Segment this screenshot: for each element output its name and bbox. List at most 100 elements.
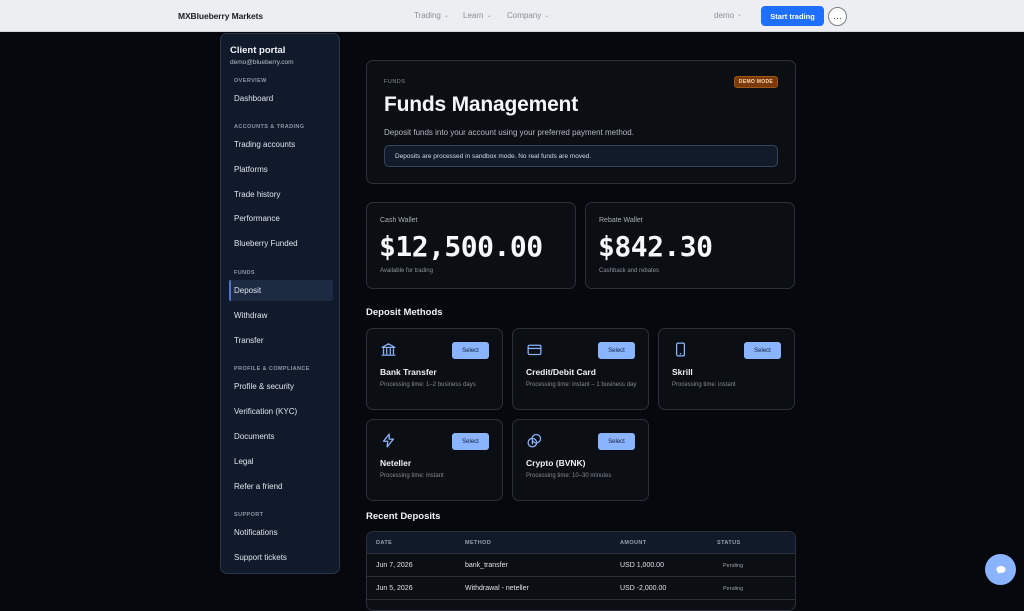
nav-learn[interactable]: Learn ⌄ [463, 11, 492, 20]
sidebar-item-refer[interactable]: Refer a friend [234, 482, 282, 491]
sidebar-item-support-tickets[interactable]: Support tickets [234, 553, 287, 562]
sidebar-item-platforms[interactable]: Platforms [234, 165, 268, 174]
nav-trading-label: Trading [414, 11, 441, 20]
cell-method: Withdrawal - neteller [465, 585, 529, 592]
sidebar-section-funds: FUNDS [234, 270, 255, 276]
sidebar-item-kyc[interactable]: Verification (KYC) [234, 407, 297, 416]
chat-bubble-icon [996, 565, 1005, 574]
sidebar-item-notifications[interactable]: Notifications [234, 528, 278, 537]
coins-icon [527, 433, 542, 448]
rebate-wallet-subtitle: Cashback and rebates [599, 268, 660, 274]
chevron-down-icon: ⌄ [544, 13, 550, 19]
chevron-down-icon: ⌄ [737, 12, 743, 18]
cash-wallet-subtitle: Available for trading [380, 268, 433, 274]
cell-method: bank_transfer [465, 562, 508, 569]
sidebar-item-deposit[interactable]: Deposit [234, 286, 261, 295]
method-name: Credit/Debit Card [526, 367, 596, 377]
brand-logo[interactable]: MXBlueberry Markets [178, 11, 263, 21]
more-options-button[interactable]: … [828, 7, 847, 26]
mobile-phone-icon [675, 342, 686, 357]
page-description: Deposit funds into your account using yo… [384, 128, 634, 137]
cell-amount: USD -2,000.00 [620, 585, 667, 592]
table-header: DATE METHOD AMOUNT STATUS [367, 532, 795, 554]
chat-button[interactable] [985, 554, 1016, 585]
sidebar-item-legal[interactable]: Legal [234, 457, 254, 466]
method-name: Neteller [380, 458, 412, 468]
table-row[interactable]: Jun 7, 2026 bank_transfer USD 1,000.00 P… [367, 554, 795, 577]
cell-amount: USD 1,000.00 [620, 562, 664, 569]
method-processing-time: Processing time: 10–30 minutes [526, 473, 612, 479]
sidebar-item-profile-security[interactable]: Profile & security [234, 382, 294, 391]
sidebar-section-accounts: ACCOUNTS & TRADING [234, 124, 305, 130]
sidebar: Client portal demo@blueberry.com OVERVIE… [220, 33, 340, 574]
lightning-icon [382, 433, 395, 448]
top-navigation-bar: MXBlueberry Markets Trading ⌄ Learn ⌄ Co… [0, 0, 1024, 32]
credit-card-icon [527, 344, 542, 356]
sidebar-section-support: SUPPORT [234, 512, 264, 518]
recent-deposits-title: Recent Deposits [366, 511, 441, 522]
cash-wallet-amount: $12,500.00 [379, 230, 543, 263]
cash-wallet-card: Cash Wallet $12,500.00 Available for tra… [366, 202, 576, 289]
method-processing-time: Processing time: instant [380, 473, 444, 479]
recent-deposits-table: DATE METHOD AMOUNT STATUS Jun 7, 2026 ba… [366, 531, 796, 611]
sidebar-title: Client portal [230, 45, 286, 56]
sidebar-section-profile: PROFILE & COMPLIANCE [234, 366, 310, 372]
nav-company[interactable]: Company ⌄ [507, 11, 549, 20]
method-card-neteller[interactable]: Select Neteller Processing time: instant [366, 419, 503, 501]
cell-date: Jun 5, 2026 [376, 585, 413, 592]
select-button[interactable]: Select [744, 342, 781, 359]
chevron-down-icon: ⌄ [443, 13, 449, 19]
rebate-wallet-amount: $842.30 [598, 230, 713, 263]
status-badge: Pending [723, 586, 744, 592]
cell-date: Jun 7, 2026 [376, 562, 413, 569]
sidebar-item-blueberry-funded[interactable]: Blueberry Funded [234, 239, 298, 248]
select-button[interactable]: Select [598, 433, 635, 450]
method-processing-time: Processing time: instant – 1 business da… [526, 382, 637, 388]
method-name: Skrill [672, 367, 693, 377]
user-email: demo@blueberry.com [230, 59, 294, 66]
nav-company-label: Company [507, 11, 542, 20]
sidebar-item-trading-accounts[interactable]: Trading accounts [234, 140, 295, 149]
method-name: Bank Transfer [380, 367, 437, 377]
select-button[interactable]: Select [452, 342, 489, 359]
column-header-amount: AMOUNT [620, 540, 647, 546]
account-switcher[interactable]: demo ⌄ [714, 11, 742, 20]
cash-wallet-label: Cash Wallet [380, 217, 418, 224]
nav-trading[interactable]: Trading ⌄ [414, 11, 449, 20]
page-eyebrow: FUNDS [384, 79, 406, 85]
sidebar-item-dashboard[interactable]: Dashboard [234, 94, 273, 103]
status-badge: Pending [723, 563, 744, 569]
table-row[interactable]: Jun 5, 2026 Withdrawal - neteller USD -2… [367, 577, 795, 600]
sidebar-item-transfer[interactable]: Transfer [234, 336, 264, 345]
column-header-date: DATE [376, 540, 393, 546]
method-processing-time: Processing time: instant [672, 382, 736, 388]
method-card-bank-transfer[interactable]: Select Bank Transfer Processing time: 1–… [366, 328, 503, 410]
chevron-down-icon: ⌄ [486, 13, 492, 19]
sidebar-item-documents[interactable]: Documents [234, 432, 274, 441]
start-trading-button[interactable]: Start trading [761, 6, 824, 26]
column-header-status: STATUS [717, 540, 741, 546]
column-header-method: METHOD [465, 540, 492, 546]
method-card-credit-debit[interactable]: Select Credit/Debit Card Processing time… [512, 328, 649, 410]
sidebar-section-overview: OVERVIEW [234, 78, 267, 84]
method-card-skrill[interactable]: Select Skrill Processing time: instant [658, 328, 795, 410]
funds-header-card: FUNDS DEMO MODE Funds Management Deposit… [366, 60, 796, 184]
sandbox-notice: Deposits are processed in sandbox mode. … [384, 145, 778, 167]
sidebar-item-performance[interactable]: Performance [234, 214, 280, 223]
method-name: Crypto (BVNK) [526, 458, 586, 468]
sidebar-item-trade-history[interactable]: Trade history [234, 190, 280, 199]
method-card-crypto[interactable]: Select Crypto (BVNK) Processing time: 10… [512, 419, 649, 501]
select-button[interactable]: Select [598, 342, 635, 359]
select-button[interactable]: Select [452, 433, 489, 450]
demo-mode-badge: DEMO MODE [733, 76, 778, 88]
page-title: Funds Management [384, 93, 578, 116]
rebate-wallet-label: Rebate Wallet [599, 217, 643, 224]
method-processing-time: Processing time: 1–2 business days [380, 382, 476, 388]
ellipsis-icon: … [833, 11, 842, 21]
deposit-methods-title: Deposit Methods [366, 307, 443, 318]
rebate-wallet-card: Rebate Wallet $842.30 Cashback and rebat… [585, 202, 795, 289]
account-label: demo [714, 11, 735, 20]
sidebar-item-withdraw[interactable]: Withdraw [234, 311, 267, 320]
nav-learn-label: Learn [463, 11, 484, 20]
bank-icon [381, 343, 396, 356]
